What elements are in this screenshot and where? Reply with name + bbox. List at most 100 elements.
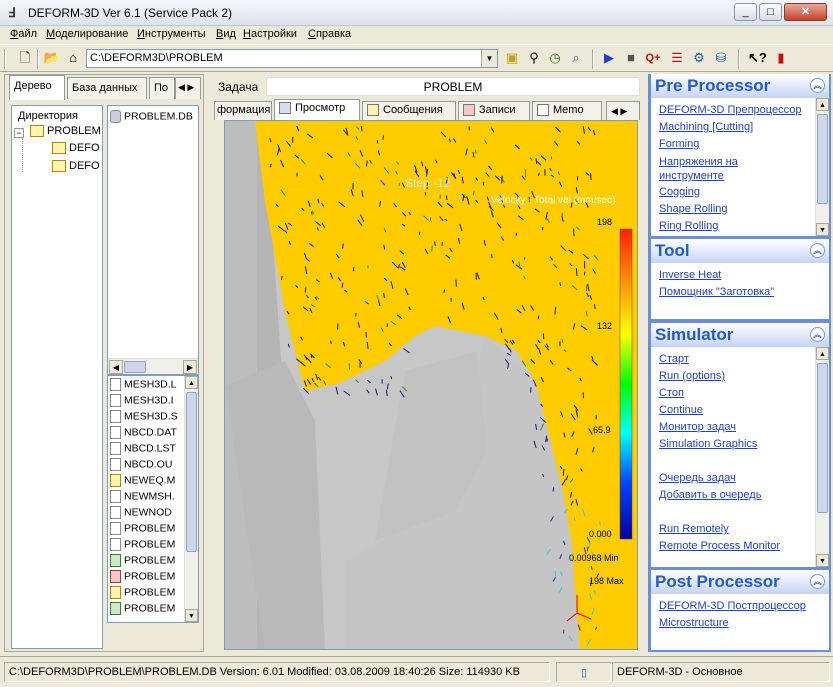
tab-third[interactable]: По [149,77,175,99]
tab-memo[interactable]: Memo [532,101,602,120]
link-inverse-heat[interactable]: Inverse Heat [659,269,721,281]
section-simulator-header[interactable]: Simulator ︽ [651,323,829,347]
q-add-icon[interactable]: Q+ [644,49,662,67]
scroll-thumb[interactable] [817,114,828,204]
link-machining[interactable]: Machining [Cutting] [659,121,753,133]
scroll-down-icon[interactable]: ▼ [816,554,829,567]
link-deform-postprocessor[interactable]: DEFORM-3D Постпроцессор [659,600,806,612]
chevron-down-icon[interactable]: ▼ [481,50,497,67]
tab-database[interactable]: База данных [67,77,147,99]
link-start[interactable]: Старт [659,353,689,365]
tab-tree[interactable]: Дерево [9,75,65,100]
scroll-thumb[interactable] [817,363,828,513]
list-item[interactable]: PROBLEM.DB [110,110,193,126]
scroll-thumb[interactable] [186,392,197,552]
link-task-monitor[interactable]: Монитор задач [659,421,736,433]
db-icon[interactable]: ⛁ [712,49,730,67]
section-pre-processor-header[interactable]: Pre Processor ︽ [651,74,829,98]
chevron-up-icon[interactable]: ︽ [810,327,825,342]
tree-item-problem[interactable]: PROBLEM [30,125,101,138]
link-tool-stress[interactable]: Напряжения на инструменте [659,155,769,183]
section-post-processor-header[interactable]: Post Processor ︽ [651,570,829,594]
section-tool-header[interactable]: Tool ︽ [651,239,829,263]
list-item[interactable]: NBCD.OU [110,458,172,474]
help-cursor-icon[interactable]: ↖? [748,49,767,67]
tree-collapse-toggle[interactable]: − [14,128,24,138]
link-microstructure[interactable]: Microstructure [659,617,729,629]
file-attach-icon[interactable]: ⚲ [525,49,543,67]
process-icon[interactable]: ⚙ [690,49,708,67]
link-forming[interactable]: Forming [659,138,699,150]
folder-up-icon[interactable]: ▣ [503,49,521,67]
list-item[interactable]: MESH3D.I [110,394,174,410]
menu-tools[interactable]: Инструменты [137,28,206,40]
run-icon[interactable]: ▶ [600,49,618,67]
tab-scroll-arrows[interactable]: ◀ ▶ [175,77,201,99]
tab-information[interactable]: формация [214,101,272,120]
tab-messages[interactable]: Сообщения [362,101,456,120]
link-remote-process-monitor[interactable]: Remote Process Monitor [659,540,780,552]
list-item[interactable]: NEWMSH. [110,490,175,506]
list-item[interactable]: PROBLEM [110,538,175,554]
scroll-down-icon[interactable]: ▼ [185,609,198,622]
tab-preview[interactable]: Просмотр [274,99,360,120]
magnifier-icon[interactable]: ⌕ [567,49,585,67]
list-item[interactable]: MESH3D.S [110,410,178,426]
vertical-scrollbar[interactable]: ▲ ▼ [815,98,829,236]
list-item[interactable]: PROBLEM [110,522,175,538]
link-cogging[interactable]: Cogging [659,186,700,198]
title-bar[interactable]: Ⅎ DEFORM-3D Ver 6.1 (Service Pack 2) _ □… [0,0,833,26]
clock-icon[interactable]: ◷ [546,49,564,67]
link-shape-rolling[interactable]: Shape Rolling [659,203,728,215]
scroll-left-icon[interactable]: ◀ [109,360,123,374]
exit-door-icon[interactable]: ▮ [772,49,790,67]
close-button[interactable]: ✕ [784,3,827,21]
scroll-up-icon[interactable]: ▲ [185,376,198,389]
scroll-thumb[interactable] [124,361,146,373]
scroll-right-icon[interactable]: ▶ [183,360,197,374]
menu-view[interactable]: Вид [216,28,236,40]
scroll-down-icon[interactable]: ▼ [816,223,829,236]
new-icon[interactable]: 🗋 [16,49,34,67]
home-icon[interactable]: ⌂ [64,49,82,67]
tab-records[interactable]: Записи [458,101,530,120]
tree-item-defo-2[interactable]: DEFO [52,160,100,173]
menu-settings[interactable]: Настройки [243,28,297,40]
list-item[interactable]: NEWNOD [110,506,172,522]
horizontal-scrollbar[interactable]: ◀ ▶ [108,358,198,374]
stop-icon[interactable]: ■ [622,49,640,67]
simulation-viewport[interactable]: Step -12 Velocity - Total vel (mm/sec) 1… [224,120,638,650]
list-item[interactable]: NEWEQ.M [110,474,175,490]
chevron-up-icon[interactable]: ︽ [810,243,825,258]
list-item[interactable]: MESH3D.L [110,378,177,394]
menu-modeling[interactable]: Моделирование [46,28,128,40]
link-continue[interactable]: Continue [659,404,703,416]
link-run-options[interactable]: Run (options) [659,370,725,382]
list-item[interactable]: NBCD.DAT [110,426,177,442]
open-folder-icon[interactable]: 📂 [43,49,61,67]
list-item[interactable]: NBCD.LST [110,442,176,458]
list-item[interactable]: PROBLEM [110,554,175,570]
link-stop[interactable]: Стоп [659,387,684,399]
scroll-up-icon[interactable]: ▲ [816,347,829,360]
link-task-queue[interactable]: Очередь задач [659,472,736,484]
chevron-up-icon[interactable]: ︽ [810,574,825,589]
menu-help[interactable]: Справка [308,28,351,40]
chevron-up-icon[interactable]: ︽ [810,78,825,93]
menu-file[interactable]: Файл [10,28,37,40]
path-combobox[interactable]: C:\DEFORM3D\PROBLEM ▼ [86,49,498,68]
link-deform-preprocessor[interactable]: DEFORM-3D Препроцессор [659,104,801,116]
tree-item-defo-1[interactable]: DEFO [52,142,100,155]
scroll-up-icon[interactable]: ▲ [816,98,829,111]
vertical-scrollbar[interactable]: ▲ ▼ [815,347,829,567]
list-item[interactable]: PROBLEM [110,570,175,586]
link-run-remotely[interactable]: Run Remotely [659,523,729,535]
list-icon[interactable]: ☰ [668,49,686,67]
vertical-scrollbar[interactable]: ▲ ▼ [184,376,198,622]
link-ring-rolling[interactable]: Ring Rolling [659,220,718,232]
link-add-to-queue[interactable]: Добавить в очередь [659,489,761,501]
tab-scroll-arrows[interactable]: ◀ ▶ [606,101,640,120]
task-name-field[interactable]: PROBLEM [266,77,640,96]
link-billet-wizard[interactable]: Помощник "Заготовка" [659,286,774,298]
link-simulation-graphics[interactable]: Simulation Graphics [659,438,757,450]
